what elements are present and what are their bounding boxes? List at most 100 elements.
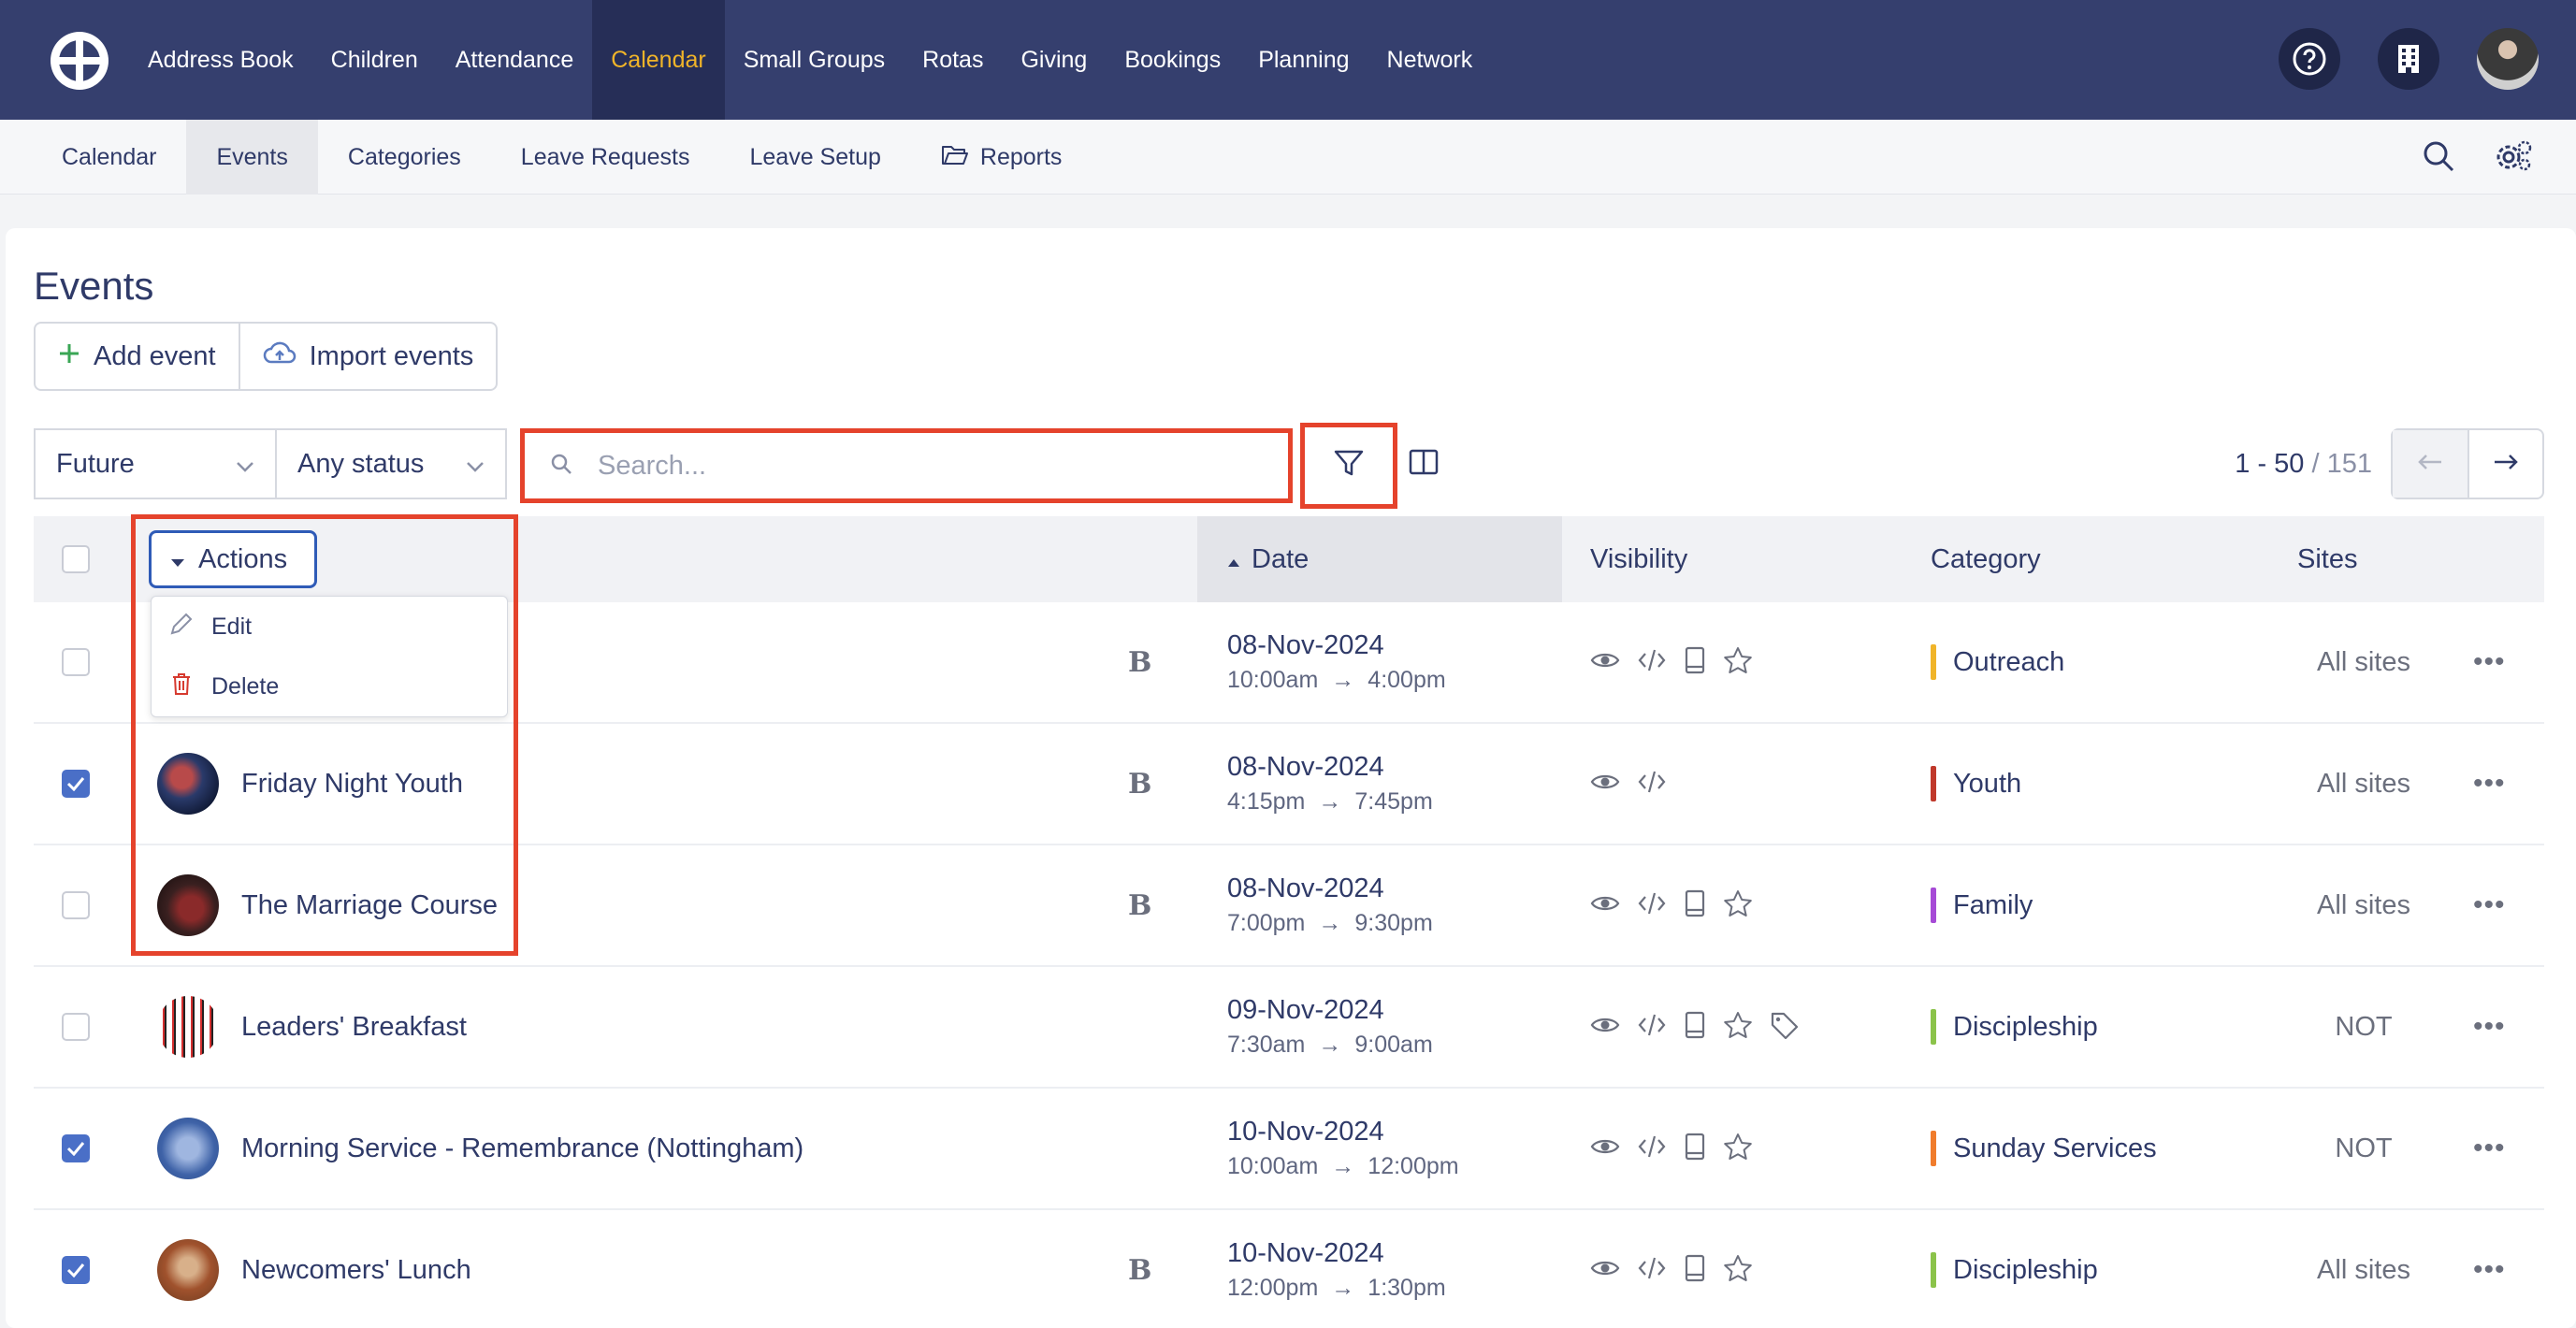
chevron-down-icon bbox=[466, 449, 485, 480]
row-checkbox[interactable] bbox=[62, 1256, 90, 1284]
sites-column-header: Sites bbox=[2297, 543, 2358, 574]
row-checkbox[interactable] bbox=[62, 1013, 90, 1041]
columns-toggle-icon[interactable] bbox=[1409, 449, 1439, 480]
more-options-icon[interactable]: ••• bbox=[2473, 768, 2506, 800]
add-event-label: Add event bbox=[94, 340, 216, 371]
funnel-icon bbox=[1333, 448, 1365, 484]
row-checkbox[interactable] bbox=[62, 891, 90, 919]
category-column-header[interactable]: Category bbox=[1931, 516, 2041, 602]
search-input[interactable] bbox=[598, 450, 1252, 482]
actions-label: Actions bbox=[198, 543, 288, 574]
delete-menu-item[interactable]: Delete bbox=[152, 657, 507, 716]
category-color-bar bbox=[1931, 1009, 1936, 1045]
more-options-icon[interactable]: ••• bbox=[2473, 889, 2506, 921]
tablet-icon bbox=[1684, 1011, 1706, 1044]
category-color-bar bbox=[1931, 766, 1936, 801]
church-logo-icon[interactable] bbox=[49, 30, 110, 92]
nav-item-rotas[interactable]: Rotas bbox=[904, 0, 1002, 120]
event-name-link[interactable]: Newcomers' Lunch bbox=[241, 1255, 471, 1286]
more-options-icon[interactable]: ••• bbox=[2473, 1011, 2506, 1043]
more-options-icon[interactable]: ••• bbox=[2473, 646, 2506, 678]
tablet-icon bbox=[1684, 1254, 1706, 1287]
booking-b-icon: B bbox=[1128, 1253, 1152, 1287]
actions-dropdown-highlight: Actions Edit Delete bbox=[131, 514, 518, 956]
subnav-item-events[interactable]: Events bbox=[186, 120, 318, 195]
event-start-time: 7:30am bbox=[1227, 1032, 1306, 1058]
category-name: Sunday Services bbox=[1953, 1133, 2157, 1163]
select-all-checkbox[interactable] bbox=[62, 545, 90, 573]
chevron-down-icon bbox=[236, 449, 254, 480]
status-filter-value: Any status bbox=[297, 448, 425, 479]
code-icon bbox=[1637, 1255, 1667, 1286]
status-filter-select[interactable]: Any status bbox=[277, 428, 507, 499]
user-avatar[interactable] bbox=[2477, 28, 2539, 90]
booking-b-icon: B bbox=[1128, 888, 1152, 922]
more-options-icon[interactable]: ••• bbox=[2473, 1254, 2506, 1286]
eye-icon bbox=[1590, 1258, 1620, 1283]
subnav-item-leave-setup[interactable]: Leave Setup bbox=[719, 120, 910, 195]
nav-item-attendance[interactable]: Attendance bbox=[437, 0, 593, 120]
edit-label: Edit bbox=[211, 613, 253, 640]
arrow-right-icon bbox=[2493, 453, 2519, 476]
main-menu: Address Book Children Attendance Calendar Sm… bbox=[129, 0, 1491, 120]
star-icon bbox=[1723, 646, 1753, 679]
event-date: 08-Nov-2024 bbox=[1227, 873, 1384, 903]
add-event-button[interactable]: Add event bbox=[36, 324, 239, 389]
actions-dropdown-button[interactable]: Actions bbox=[149, 530, 317, 588]
more-options-icon[interactable]: ••• bbox=[2473, 1133, 2506, 1164]
table-row[interactable]: Leaders' Breakfast 09-Nov-2024 7:30am → 9:00… bbox=[34, 967, 2544, 1089]
edit-menu-item[interactable]: Edit bbox=[152, 597, 507, 657]
nav-item-giving[interactable]: Giving bbox=[1002, 0, 1106, 120]
event-name-link[interactable]: Leaders' Breakfast bbox=[241, 1012, 467, 1043]
code-icon bbox=[1637, 890, 1667, 921]
event-start-time: 10:00am bbox=[1227, 1153, 1319, 1179]
time-filter-select[interactable]: Future bbox=[34, 428, 277, 499]
table-row[interactable]: Morning Service - Remembrance (Nottingha… bbox=[34, 1089, 2544, 1210]
date-column-header[interactable]: Date bbox=[1227, 516, 1309, 602]
code-icon bbox=[1637, 1012, 1667, 1043]
previous-page-button[interactable] bbox=[2393, 430, 2467, 498]
nav-item-small-groups[interactable]: Small Groups bbox=[725, 0, 904, 120]
caret-down-icon bbox=[170, 544, 185, 575]
row-checkbox[interactable] bbox=[62, 1134, 90, 1162]
event-end-time: 9:00am bbox=[1354, 1032, 1433, 1058]
import-events-button[interactable]: Import events bbox=[238, 324, 497, 389]
help-icon[interactable] bbox=[2279, 28, 2340, 90]
code-icon bbox=[1637, 769, 1667, 800]
event-image bbox=[157, 996, 219, 1058]
nav-item-bookings[interactable]: Bookings bbox=[1106, 0, 1239, 120]
nav-item-network[interactable]: Network bbox=[1368, 0, 1492, 120]
event-start-time: 12:00pm bbox=[1227, 1275, 1319, 1301]
eye-icon bbox=[1590, 1015, 1620, 1040]
tablet-icon bbox=[1684, 889, 1706, 922]
star-icon bbox=[1723, 1011, 1753, 1044]
subnav-item-reports[interactable]: Reports bbox=[911, 120, 1093, 195]
sites-value: All sites bbox=[2317, 768, 2410, 799]
search-icon[interactable] bbox=[2421, 138, 2456, 179]
subnav-item-calendar[interactable]: Calendar bbox=[32, 120, 186, 195]
sites-value: NOT bbox=[2335, 1133, 2393, 1163]
category-name: Discipleship bbox=[1953, 1011, 2098, 1042]
sort-ascending-icon bbox=[1227, 544, 1240, 575]
time-filter-value: Future bbox=[56, 448, 135, 479]
row-checkbox[interactable] bbox=[62, 770, 90, 798]
building-icon[interactable] bbox=[2378, 28, 2439, 90]
arrow-right-icon: → bbox=[1318, 1032, 1342, 1058]
filter-button[interactable] bbox=[1300, 423, 1397, 509]
star-icon bbox=[1723, 889, 1753, 922]
subnav-item-categories[interactable]: Categories bbox=[318, 120, 491, 195]
event-name-link[interactable]: Morning Service - Remembrance (Nottingha… bbox=[241, 1133, 803, 1164]
next-page-button[interactable] bbox=[2467, 430, 2542, 498]
eye-icon bbox=[1590, 772, 1620, 797]
nav-item-calendar[interactable]: Calendar bbox=[592, 0, 725, 120]
arrow-right-icon: → bbox=[1331, 1153, 1355, 1179]
nav-item-planning[interactable]: Planning bbox=[1239, 0, 1368, 120]
nav-item-address-book[interactable]: Address Book bbox=[129, 0, 312, 120]
row-checkbox[interactable] bbox=[62, 648, 90, 676]
settings-gear-icon[interactable] bbox=[2494, 138, 2533, 179]
search-field[interactable] bbox=[520, 428, 1293, 503]
table-row[interactable]: Newcomers' Lunch B 10-Nov-2024 12:00pm → 1:30… bbox=[34, 1210, 2544, 1328]
nav-item-children[interactable]: Children bbox=[312, 0, 437, 120]
event-date: 09-Nov-2024 bbox=[1227, 995, 1384, 1025]
subnav-item-leave-requests[interactable]: Leave Requests bbox=[491, 120, 720, 195]
